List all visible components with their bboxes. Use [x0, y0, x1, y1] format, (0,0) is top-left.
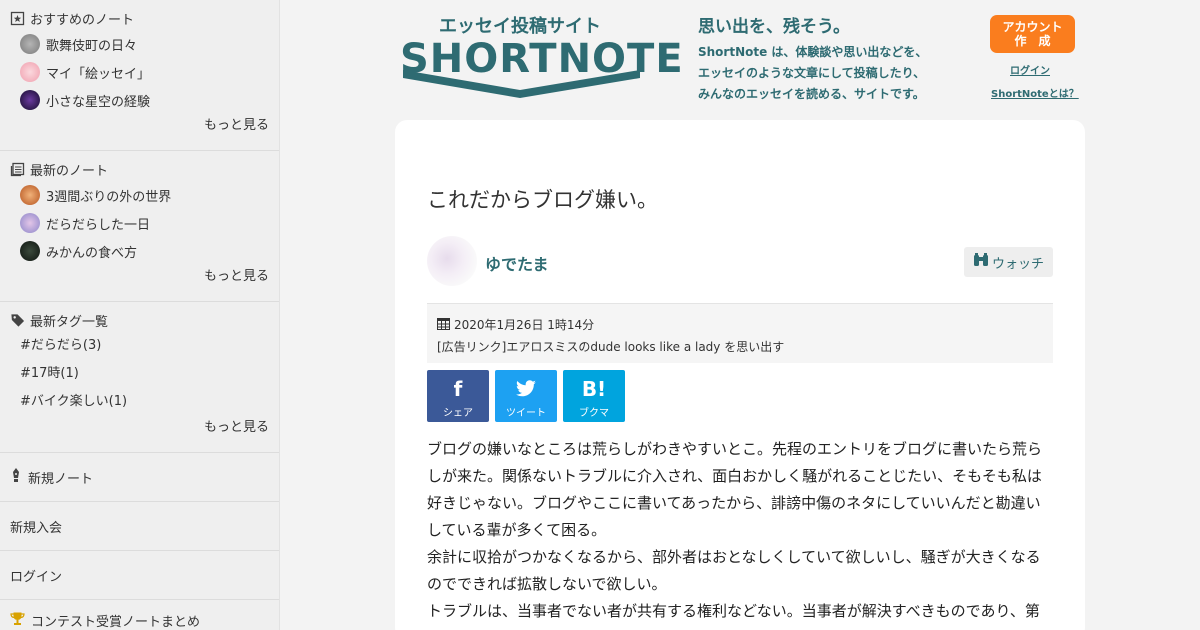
- recommended-more-link[interactable]: もっと見る: [10, 114, 269, 138]
- site-logo[interactable]: エッセイ投稿サイト SHORTNOTE: [400, 12, 683, 102]
- ad-link[interactable]: [広告リンク]エアロスミスのdude looks like a lady を思い…: [437, 338, 1043, 355]
- pen-icon: [10, 467, 22, 487]
- trophy-icon: [10, 611, 25, 630]
- sidebar: おすすめのノート 歌舞伎町の日々 マイ「絵ッセイ」 小さな星空の経験 もっと見る…: [0, 0, 280, 630]
- sidebar-item-latest-1[interactable]: 3週間ぶりの外の世界: [10, 181, 269, 209]
- hatena-icon: B!: [581, 377, 607, 401]
- tags-heading: 最新タグ一覧: [10, 308, 269, 332]
- logo-book-shape: [403, 70, 640, 98]
- avatar: [20, 34, 40, 54]
- note-meta: 2020年1月26日 1時14分 [広告リンク]エアロスミスのdude look…: [427, 303, 1053, 363]
- recommended-section: おすすめのノート 歌舞伎町の日々 マイ「絵ッセイ」 小さな星空の経験 もっと見る: [0, 0, 279, 151]
- signup-link[interactable]: 新規入会: [0, 502, 279, 551]
- avatar: [20, 185, 40, 205]
- latest-section: 最新のノート 3週間ぶりの外の世界 だらだらした一日 みかんの食べ方 もっと見る: [0, 151, 279, 302]
- twitter-share-button[interactable]: ツイート: [495, 370, 557, 422]
- sidebar-item-latest-3[interactable]: みかんの食べ方: [10, 237, 269, 265]
- watch-button[interactable]: ウォッチ: [964, 247, 1053, 277]
- latest-heading: 最新のノート: [10, 157, 269, 181]
- header-login-link[interactable]: ログイン: [1010, 62, 1050, 77]
- note-card: これだからブログ嫌い。 ゆでたま ウォッチ 2020年1月26日 1時14分 […: [395, 120, 1085, 630]
- paragraph: ブログの嫌いなところは荒らしがわきやすいとこ。先程のエントリをブログに書いたら荒…: [427, 440, 1043, 539]
- page-title: これだからブログ嫌い。: [427, 188, 658, 212]
- create-account-button[interactable]: アカウント 作 成: [990, 15, 1075, 53]
- sidebar-item-recommended-3[interactable]: 小さな星空の経験: [10, 86, 269, 114]
- avatar: [20, 90, 40, 110]
- avatar: [20, 62, 40, 82]
- hatena-bookmark-button[interactable]: B! ブクマ: [563, 370, 625, 422]
- star-note-icon: [10, 11, 25, 26]
- tagline-title: 思い出を、残そう。: [698, 17, 850, 37]
- binoculars-icon: [973, 252, 989, 272]
- login-link[interactable]: ログイン: [0, 551, 279, 600]
- avatar: [20, 213, 40, 233]
- author-avatar[interactable]: [427, 236, 477, 286]
- tag-icon: [10, 313, 25, 328]
- tag-link[interactable]: #バイク楽しい(1): [10, 388, 269, 416]
- paragraph: トラブルは、当事者でない者が共有する権利などない。当事者が解決すべきものであり、…: [427, 602, 1040, 620]
- calendar-icon: [437, 317, 450, 333]
- about-link[interactable]: ShortNoteとは？: [991, 85, 1079, 100]
- notes-icon: [10, 162, 25, 177]
- sidebar-item-latest-2[interactable]: だらだらした一日: [10, 209, 269, 237]
- paragraph: 余計に収拾がつかなくなるから、部外者はおとなしくしていて欲しいし、騒ぎが大きくな…: [427, 548, 1041, 593]
- post-date: 2020年1月26日 1時14分: [437, 316, 1043, 333]
- recommended-heading: おすすめのノート: [10, 6, 269, 30]
- tag-link[interactable]: #17時(1): [10, 360, 269, 388]
- contest-link[interactable]: コンテスト受賞ノートまとめ: [0, 600, 279, 630]
- sidebar-item-recommended-2[interactable]: マイ「絵ッセイ」: [10, 58, 269, 86]
- tag-link[interactable]: #だらだら(3): [10, 332, 269, 360]
- avatar: [20, 241, 40, 261]
- facebook-icon: f: [453, 377, 463, 401]
- tags-more-link[interactable]: もっと見る: [10, 416, 269, 440]
- note-body: ブログの嫌いなところは荒らしがわきやすいとこ。先程のエントリをブログに書いたら荒…: [427, 436, 1053, 625]
- latest-more-link[interactable]: もっと見る: [10, 265, 269, 289]
- tagline-body: ShortNote は、体験談や思い出などを、 エッセイのような文章にして投稿し…: [698, 45, 928, 101]
- sidebar-item-recommended-1[interactable]: 歌舞伎町の日々: [10, 30, 269, 58]
- new-note-link[interactable]: 新規ノート: [0, 453, 279, 502]
- facebook-share-button[interactable]: f シェア: [427, 370, 489, 422]
- author-name[interactable]: ゆでたま: [485, 251, 549, 275]
- tags-section: 最新タグ一覧 #だらだら(3) #17時(1) #バイク楽しい(1) もっと見る: [0, 302, 279, 453]
- twitter-icon: [495, 374, 557, 404]
